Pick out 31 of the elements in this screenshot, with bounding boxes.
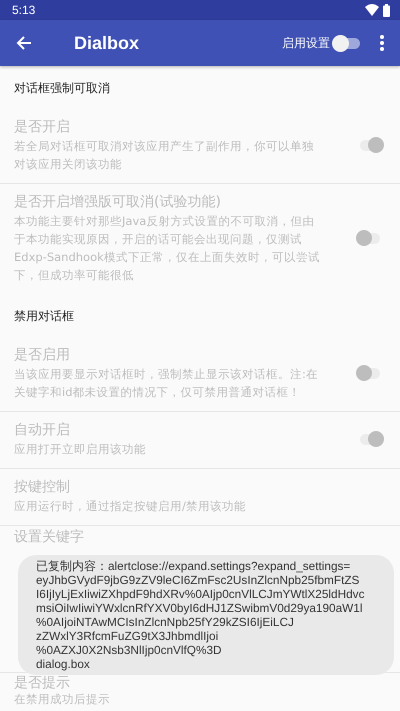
toast-text: dialog.box bbox=[36, 657, 91, 671]
setting-title: 是否开启 bbox=[14, 118, 71, 137]
setting-title: 是否开启增强版可取消(试验功能) bbox=[14, 193, 222, 212]
setting-title: 是否提示 bbox=[14, 675, 71, 692]
section-header: 对话框强制可取消 bbox=[13, 80, 111, 97]
toast-text: eyJhbGVydF9jbG9zZV9leCI6ZmFsc2UsInZlcnNpb25fbmFtZS bbox=[36, 573, 360, 587]
back-arrow-icon[interactable] bbox=[16, 35, 32, 51]
battery-icon bbox=[383, 4, 390, 16]
setting-description: 应用打开立即启用该功能 bbox=[14, 441, 147, 458]
toast-text: 已复制内容：alertclose://expand.settings?expand_settings= bbox=[36, 559, 352, 573]
status-time: 5:13 bbox=[12, 3, 36, 17]
setting-description: 若全局对话框可取消对该应用产生了副作用，你可以单独对该应用关闭该功能 bbox=[14, 138, 315, 173]
wifi-icon bbox=[365, 4, 379, 16]
toast-text: msiOiIwIiwiYWxlcnRfYXV0byI6dHJ1ZSwibmV0d29ya190aW1l bbox=[36, 601, 364, 615]
setting-description: 当该应用要显示对话框时，强制禁止显示该对话框。注:在关键字和id都未设置的情况下，仅可禁用普通对话框！ bbox=[14, 366, 319, 401]
setting-title: 是否启用 bbox=[14, 346, 71, 365]
setting-title: 自动开启 bbox=[14, 421, 71, 440]
enable-switch[interactable] bbox=[334, 38, 360, 48]
setting-description: 应用运行时，通过指定按键启用/禁用该功能 bbox=[14, 498, 247, 515]
switch-label: 启用设置 bbox=[282, 34, 330, 52]
toast-text: %0AZXJ0X2Nsb3NlIjp0cnVlfQ%3D bbox=[36, 643, 223, 657]
app-title: Dialbox bbox=[74, 32, 140, 54]
toast-text: I6IjIyLjExIiwiZXhpdF9hdXRv%0AIjp0cnVlLCJmYWtlX25ldHdvc bbox=[36, 587, 366, 601]
setting-description: 本功能主要针对那些Java反射方式设置的不可取消，但由于本功能实现原因，开启的话可能会出现问题，仅测试Edxp-Sandhook模式下正常，仅在上面失效时，可以尝试下，但成功率可能很低 bbox=[14, 213, 321, 284]
setting-title: 按键控制 bbox=[14, 478, 71, 497]
more-icon[interactable] bbox=[380, 35, 384, 51]
toast-text: %0AIjoiNTAwMCIsInZlcnNpb25fY29kZSI6IjEiLCJ bbox=[36, 615, 295, 629]
setting-title: 设置关键字 bbox=[14, 529, 85, 545]
toast-text: zZWxlY3RfcmFuZG9tX3JhbmdlIjoi bbox=[36, 629, 220, 643]
section-header: 禁用对话框 bbox=[13, 308, 75, 325]
setting-description: 在禁用成功后提示 bbox=[14, 692, 111, 707]
